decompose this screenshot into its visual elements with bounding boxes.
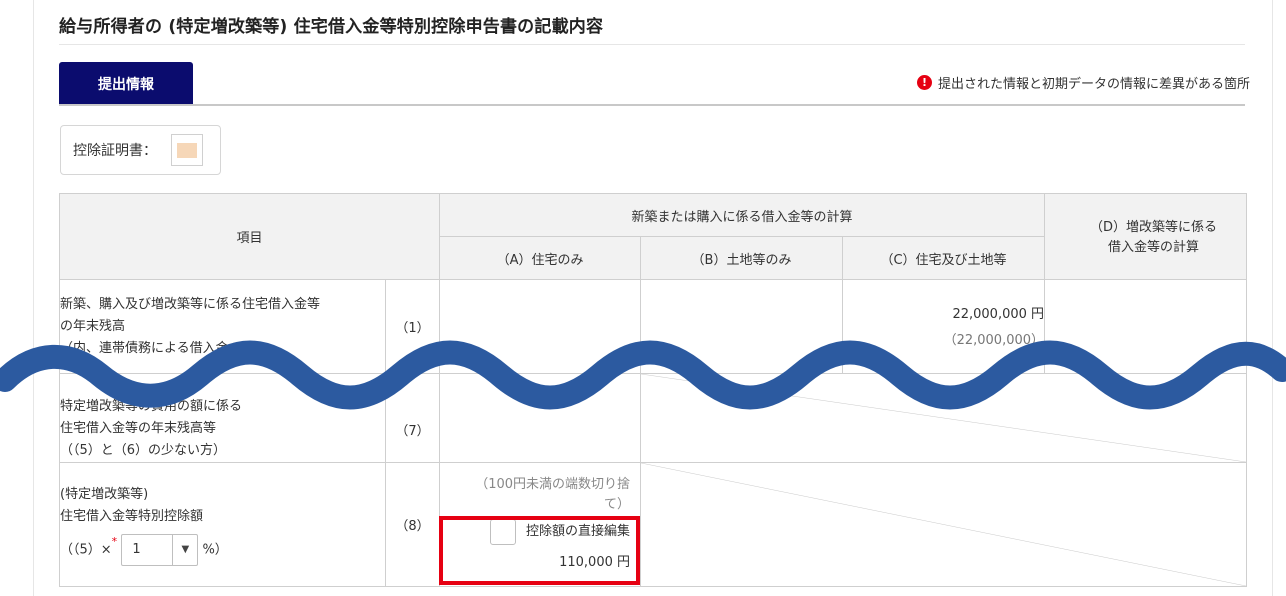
document-icon — [177, 142, 197, 158]
tab-submitted-info[interactable]: 提出情報 — [59, 62, 193, 105]
alert-icon: ! — [916, 75, 932, 90]
rounding-note: （100円未満の端数切り捨て） — [475, 477, 631, 512]
row1-col-b — [640, 279, 844, 374]
row1-col-c: 22,000,000 円 （22,000,000） — [842, 279, 1046, 374]
header-new-purchase: 新築または購入に係る借入金等の計算 — [439, 193, 1046, 237]
row7-label: 特定増改築等の費用の額に係る 住宅借入金等の年末残高等 （（5）と（6）の少ない… — [59, 373, 386, 463]
table-row: 新築、購入及び増改築等に係る住宅借入金等 の年末残高 （内、連帯債務による借入金… — [59, 279, 1248, 374]
diff-notice: ! 提出された情報と初期データの情報に差異がある箇所 — [916, 73, 1250, 92]
rate-formula: （（5）×* 1 ▼ %） — [60, 533, 385, 566]
title-divider — [59, 44, 1245, 45]
calculation-table: 項目 新築または購入に係る借入金等の計算 （D）増改築等に係る借入金等の計算 （… — [58, 193, 1248, 587]
table-row: 特定増改築等の費用の額に係る 住宅借入金等の年末残高等 （（5）と（6）の少ない… — [59, 373, 1248, 463]
row1-label: 新築、購入及び増改築等に係る住宅借入金等 の年末残高 （内、連帯債務による借入金… — [59, 279, 386, 374]
page-title: 給与所得者の (特定増改築等) 住宅借入金等特別控除申告書の記載内容 — [59, 17, 604, 37]
certificate-box: 控除証明書： — [60, 125, 221, 175]
row7-disabled-cell — [640, 373, 1248, 463]
diff-notice-text: 提出された情報と初期データの情報に差異がある箇所 — [937, 77, 1250, 92]
required-mark: * — [111, 535, 118, 548]
row1-joint-amount: （22,000,000） — [943, 333, 1045, 348]
header-col-d: （D）増改築等に係る借入金等の計算 — [1044, 193, 1248, 280]
rate-select-value: 1 — [132, 541, 141, 557]
row1-amount: 22,000,000 円 — [952, 307, 1045, 322]
tab-divider — [59, 104, 1245, 106]
certificate-label: 控除証明書： — [73, 143, 157, 159]
rate-select[interactable]: 1 ▼ — [121, 533, 199, 566]
row1-col-a — [439, 279, 642, 374]
row1-number: （1） — [384, 279, 441, 374]
table-row: (特定増改築等) 住宅借入金等特別控除額 （（5）×* 1 ▼ %） （8） （… — [59, 462, 1248, 587]
row7-col-a — [439, 373, 642, 463]
row8-label: (特定増改築等) 住宅借入金等特別控除額 （（5）×* 1 ▼ %） — [59, 462, 386, 587]
row8-number: （8） — [384, 462, 441, 587]
certificate-thumbnail[interactable] — [171, 134, 203, 166]
header-item: 項目 — [58, 193, 441, 280]
row8-disabled-cell — [640, 462, 1248, 587]
highlight-box — [439, 516, 640, 585]
header-col-c: （C）住宅及び土地等 — [842, 236, 1046, 280]
header-col-b: （B）土地等のみ — [640, 236, 844, 280]
header-col-a: （A）住宅のみ — [439, 236, 642, 280]
row7-number: （7） — [384, 373, 441, 463]
chevron-down-icon[interactable]: ▼ — [172, 534, 197, 565]
row1-col-d — [1044, 279, 1248, 374]
